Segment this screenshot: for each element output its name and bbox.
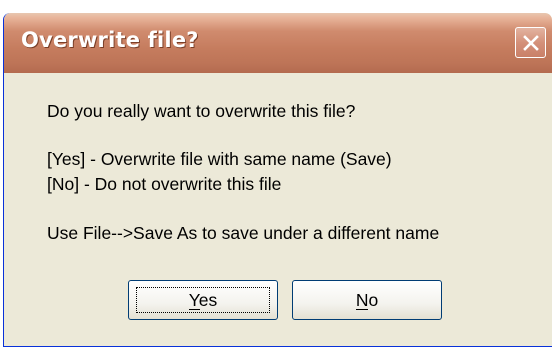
- dialog-window: Overwrite file? Do you really want to ov…: [3, 13, 552, 347]
- yes-button-label: Yes: [188, 289, 218, 310]
- yes-button[interactable]: Yes: [128, 280, 278, 320]
- close-icon: [522, 34, 539, 51]
- yes-help-text: [Yes] - Overwrite file with same name (S…: [47, 149, 392, 169]
- no-help-text: [No] - Do not overwrite this file: [47, 174, 282, 194]
- dialog-body: Do you really want to overwrite this fil…: [4, 73, 552, 346]
- close-button[interactable]: [515, 27, 546, 58]
- mnemonic-underline: [188, 308, 200, 310]
- title-bar[interactable]: Overwrite file?: [4, 13, 552, 73]
- question-text: Do you really want to overwrite this fil…: [47, 101, 356, 121]
- mnemonic-underline: [355, 308, 368, 310]
- dialog-title: Overwrite file?: [21, 28, 199, 52]
- save-as-hint: Use File-->Save As to save under a diffe…: [47, 223, 440, 243]
- no-button-label: No: [355, 289, 379, 310]
- no-button[interactable]: No: [292, 280, 442, 320]
